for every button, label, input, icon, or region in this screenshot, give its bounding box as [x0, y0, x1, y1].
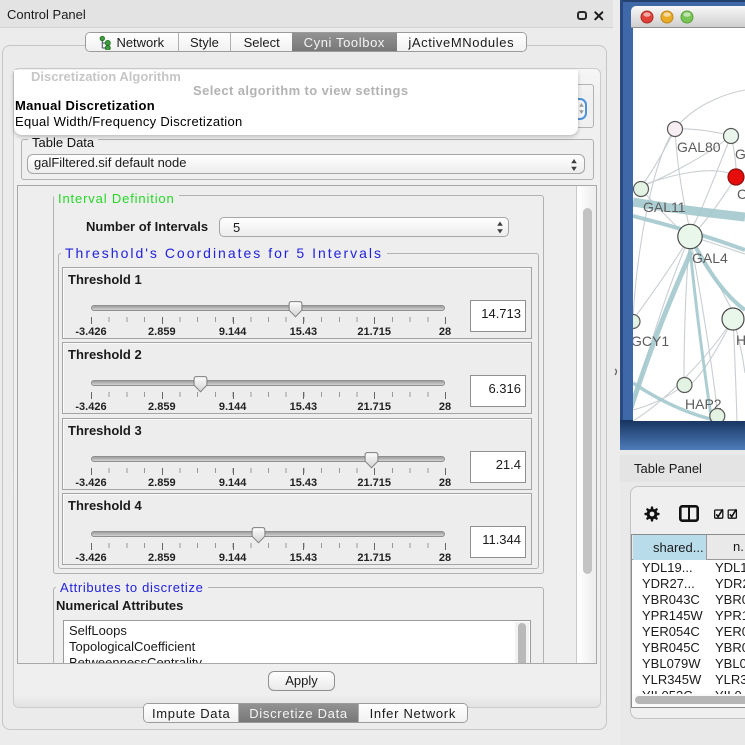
svg-text:GAL4: GAL4 [692, 250, 728, 266]
svg-text:GCY1: GCY1 [633, 333, 669, 349]
svg-text:GA: GA [735, 146, 745, 162]
svg-text:H: H [736, 332, 745, 348]
svg-text:HAP2: HAP2 [685, 396, 722, 412]
svg-text:GAL11: GAL11 [643, 199, 686, 215]
svg-text:GAL80: GAL80 [677, 139, 721, 155]
svg-text:C: C [737, 186, 745, 202]
